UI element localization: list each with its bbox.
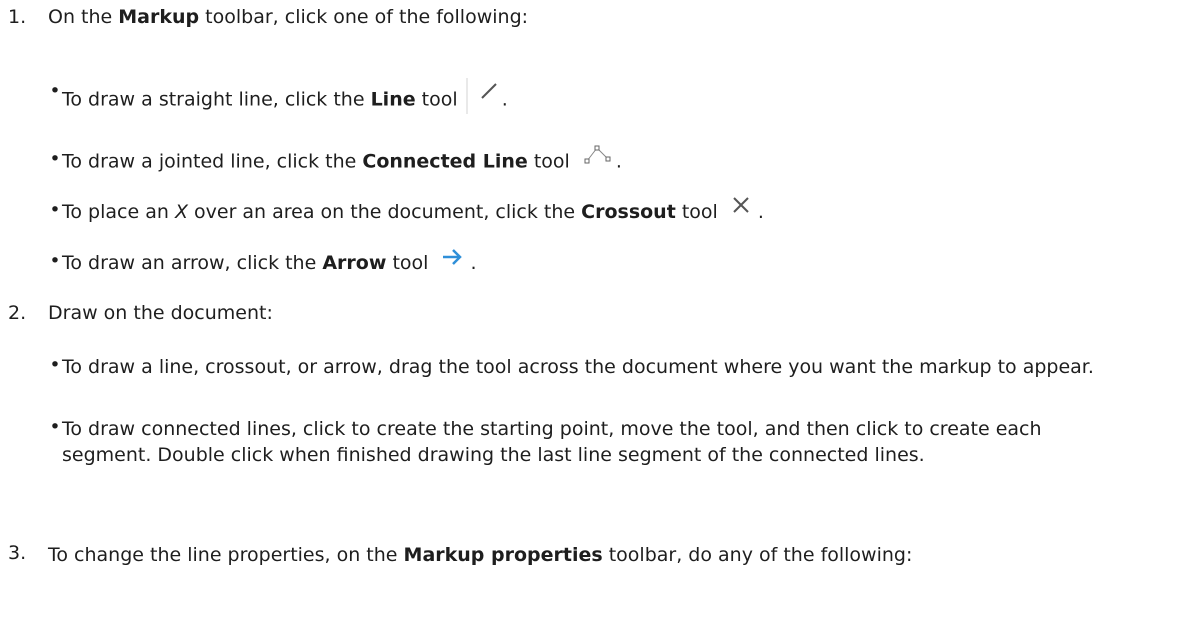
step-text: Draw on the document: — [48, 302, 273, 324]
step-text: On the Markup toolbar, click one of the … — [48, 6, 529, 28]
tool-name: Line — [370, 88, 416, 111]
x-letter: X — [174, 201, 188, 223]
crossout-tool-icon — [724, 194, 758, 220]
list-item-text: To draw connected lines, click to create… — [62, 418, 1042, 466]
arrow-tool-icon — [434, 245, 470, 271]
step-number: 2. — [8, 302, 27, 324]
toolbar-name: Markup properties — [403, 544, 603, 566]
tool-name: Connected Line — [362, 150, 528, 173]
step-number: 3. — [8, 542, 27, 564]
connected-line-tool-icon — [576, 142, 616, 170]
toolbar-name: Markup — [118, 6, 200, 28]
step-text: To change the line properties, on the Ma… — [48, 544, 913, 566]
tool-name: Arrow — [322, 252, 387, 274]
line-tool-icon — [464, 74, 502, 114]
list-item-text: To draw a line, crossout, or arrow, drag… — [62, 356, 1094, 378]
tool-name: Crossout — [581, 201, 676, 223]
step-number: 1. — [8, 6, 27, 28]
